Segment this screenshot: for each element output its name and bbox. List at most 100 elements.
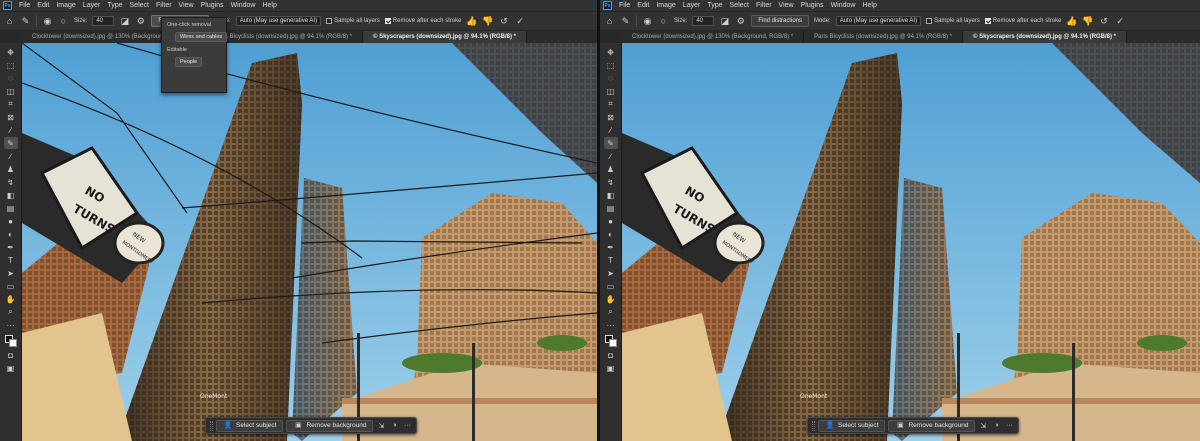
- more-options-icon[interactable]: ···: [1004, 422, 1014, 429]
- adjustment-icon[interactable]: ◑: [389, 422, 399, 429]
- menu-select[interactable]: Select: [730, 2, 749, 9]
- pressure-icon[interactable]: ◪: [719, 16, 730, 27]
- more-tools-icon[interactable]: ···: [4, 319, 18, 331]
- thumbs-up-icon[interactable]: 👍: [466, 16, 477, 27]
- menu-view[interactable]: View: [779, 2, 794, 9]
- remove-tool-icon[interactable]: ✎: [3, 137, 18, 149]
- find-distractions-button[interactable]: Find distractions: [751, 15, 810, 27]
- menu-image[interactable]: Image: [656, 2, 675, 9]
- drag-handle[interactable]: [210, 420, 213, 431]
- select-subject-button[interactable]: 👤 Select subject: [216, 419, 284, 432]
- select-subject-button[interactable]: 👤 Select subject: [818, 419, 886, 432]
- menu-filter[interactable]: Filter: [156, 2, 172, 9]
- blur-tool-icon[interactable]: ●: [4, 215, 18, 227]
- blur-tool-icon[interactable]: ●: [604, 215, 618, 227]
- more-tools-icon[interactable]: ···: [604, 319, 618, 331]
- screen-mode-icon[interactable]: ▣: [604, 362, 618, 374]
- menu-help[interactable]: Help: [262, 2, 276, 9]
- settings-icon[interactable]: ⚙: [135, 16, 146, 27]
- document-canvas[interactable]: NO TURNS NEW MONTGOMERY OneMont: [22, 43, 597, 441]
- lasso-tool-icon[interactable]: ◌: [604, 72, 618, 84]
- object-select-tool-icon[interactable]: ◫: [4, 85, 18, 97]
- home-icon[interactable]: ⌂: [4, 16, 15, 27]
- menu-plugins[interactable]: Plugins: [801, 2, 824, 9]
- menu-filter[interactable]: Filter: [756, 2, 772, 9]
- menu-edit[interactable]: Edit: [637, 2, 649, 9]
- brush-tool-icon[interactable]: ∕: [604, 150, 618, 162]
- wires-and-cables-button[interactable]: Wires and cables: [175, 32, 228, 42]
- color-swatches[interactable]: [4, 334, 18, 348]
- tab-paris-bicyclists[interactable]: Paris Bicyclists (downsized).jpg @ 94.1%…: [804, 31, 963, 43]
- menu-layer[interactable]: Layer: [683, 2, 701, 9]
- menu-edit[interactable]: Edit: [37, 2, 49, 9]
- type-tool-icon[interactable]: T: [4, 254, 18, 266]
- lasso-tool-icon[interactable]: ◌: [4, 72, 18, 84]
- drag-handle[interactable]: [812, 420, 815, 431]
- undo-icon[interactable]: ↺: [1098, 16, 1109, 27]
- tab-skyscrapers[interactable]: © Skyscrapers (downsized).jpg @ 94.1% (R…: [362, 31, 527, 43]
- frame-tool-icon[interactable]: ⊠: [604, 111, 618, 123]
- tab-paris-bicyclists[interactable]: Paris Bicyclists (downsized).jpg @ 94.1%…: [204, 31, 363, 43]
- remove-tool-icon[interactable]: ✎: [20, 16, 31, 27]
- history-brush-icon[interactable]: ↯: [604, 176, 618, 188]
- remove-after-stroke-checkbox[interactable]: Remove after each stroke: [984, 18, 1061, 24]
- document-canvas[interactable]: NO TURNS NEW MONTGOMERY OneMont: [622, 43, 1200, 441]
- transform-icon[interactable]: ⇲: [978, 422, 988, 430]
- menu-help[interactable]: Help: [862, 2, 876, 9]
- path-select-icon[interactable]: ➤: [4, 267, 18, 279]
- path-select-icon[interactable]: ➤: [604, 267, 618, 279]
- menu-plugins[interactable]: Plugins: [201, 2, 224, 9]
- mode-select[interactable]: Auto (May use generative AI): [235, 16, 322, 26]
- transform-icon[interactable]: ⇲: [376, 422, 386, 430]
- type-tool-icon[interactable]: T: [604, 254, 618, 266]
- background-color[interactable]: [8, 339, 17, 347]
- thumbs-down-icon[interactable]: 👎: [482, 16, 493, 27]
- eyedropper-tool-icon[interactable]: ⁄: [4, 124, 18, 136]
- marquee-tool-icon[interactable]: ⬚: [4, 59, 18, 71]
- history-brush-icon[interactable]: ↯: [4, 176, 18, 188]
- sample-all-layers-checkbox[interactable]: Sample all layers: [926, 18, 980, 24]
- menu-file[interactable]: File: [619, 2, 630, 9]
- remove-tool-icon[interactable]: ✎: [603, 137, 618, 149]
- quick-mask-icon[interactable]: ◘: [604, 349, 618, 361]
- size-field[interactable]: 40: [692, 16, 715, 26]
- menu-view[interactable]: View: [179, 2, 194, 9]
- shape-tool-icon[interactable]: ▭: [604, 280, 618, 292]
- stamp-tool-icon[interactable]: ♟: [4, 163, 18, 175]
- size-field[interactable]: 40: [92, 16, 115, 26]
- screen-mode-icon[interactable]: ▣: [4, 362, 18, 374]
- menu-select[interactable]: Select: [130, 2, 149, 9]
- pressure-icon[interactable]: ◪: [119, 16, 130, 27]
- mode-select[interactable]: Auto (May use generative AI): [835, 16, 922, 26]
- marquee-tool-icon[interactable]: ⬚: [604, 59, 618, 71]
- undo-icon[interactable]: ↺: [498, 16, 509, 27]
- remove-tool-icon[interactable]: ✎: [620, 16, 631, 27]
- home-icon[interactable]: ⌂: [604, 16, 615, 27]
- remove-background-button[interactable]: ▣ Remove background: [888, 419, 976, 432]
- thumbs-down-icon[interactable]: 👎: [1082, 16, 1093, 27]
- checkbox-box[interactable]: [326, 18, 333, 24]
- dodge-tool-icon[interactable]: ◐: [4, 228, 18, 240]
- menu-type[interactable]: Type: [707, 2, 722, 9]
- crop-tool-icon[interactable]: ⌗: [4, 98, 18, 110]
- shape-tool-icon[interactable]: ▭: [4, 280, 18, 292]
- commit-check-icon[interactable]: ✓: [1114, 16, 1125, 27]
- stamp-tool-icon[interactable]: ♟: [604, 163, 618, 175]
- hand-tool-icon[interactable]: ✋: [604, 293, 618, 305]
- adjustment-icon[interactable]: ◑: [991, 422, 1001, 429]
- commit-check-icon[interactable]: ✓: [514, 16, 525, 27]
- menu-layer[interactable]: Layer: [83, 2, 101, 9]
- background-color[interactable]: [608, 339, 617, 347]
- dodge-tool-icon[interactable]: ◐: [604, 228, 618, 240]
- remove-background-button[interactable]: ▣ Remove background: [286, 419, 374, 432]
- move-tool-icon[interactable]: ✥: [604, 46, 618, 58]
- people-button[interactable]: People: [175, 57, 203, 67]
- menu-type[interactable]: Type: [107, 2, 122, 9]
- gradient-tool-icon[interactable]: ▤: [4, 202, 18, 214]
- sample-all-layers-checkbox[interactable]: Sample all layers: [326, 18, 380, 24]
- quick-mask-icon[interactable]: ◘: [4, 349, 18, 361]
- eyedropper-tool-icon[interactable]: ⁄: [604, 124, 618, 136]
- menu-image[interactable]: Image: [56, 2, 75, 9]
- remove-after-stroke-checkbox[interactable]: Remove after each stroke: [384, 18, 461, 24]
- move-tool-icon[interactable]: ✥: [4, 46, 18, 58]
